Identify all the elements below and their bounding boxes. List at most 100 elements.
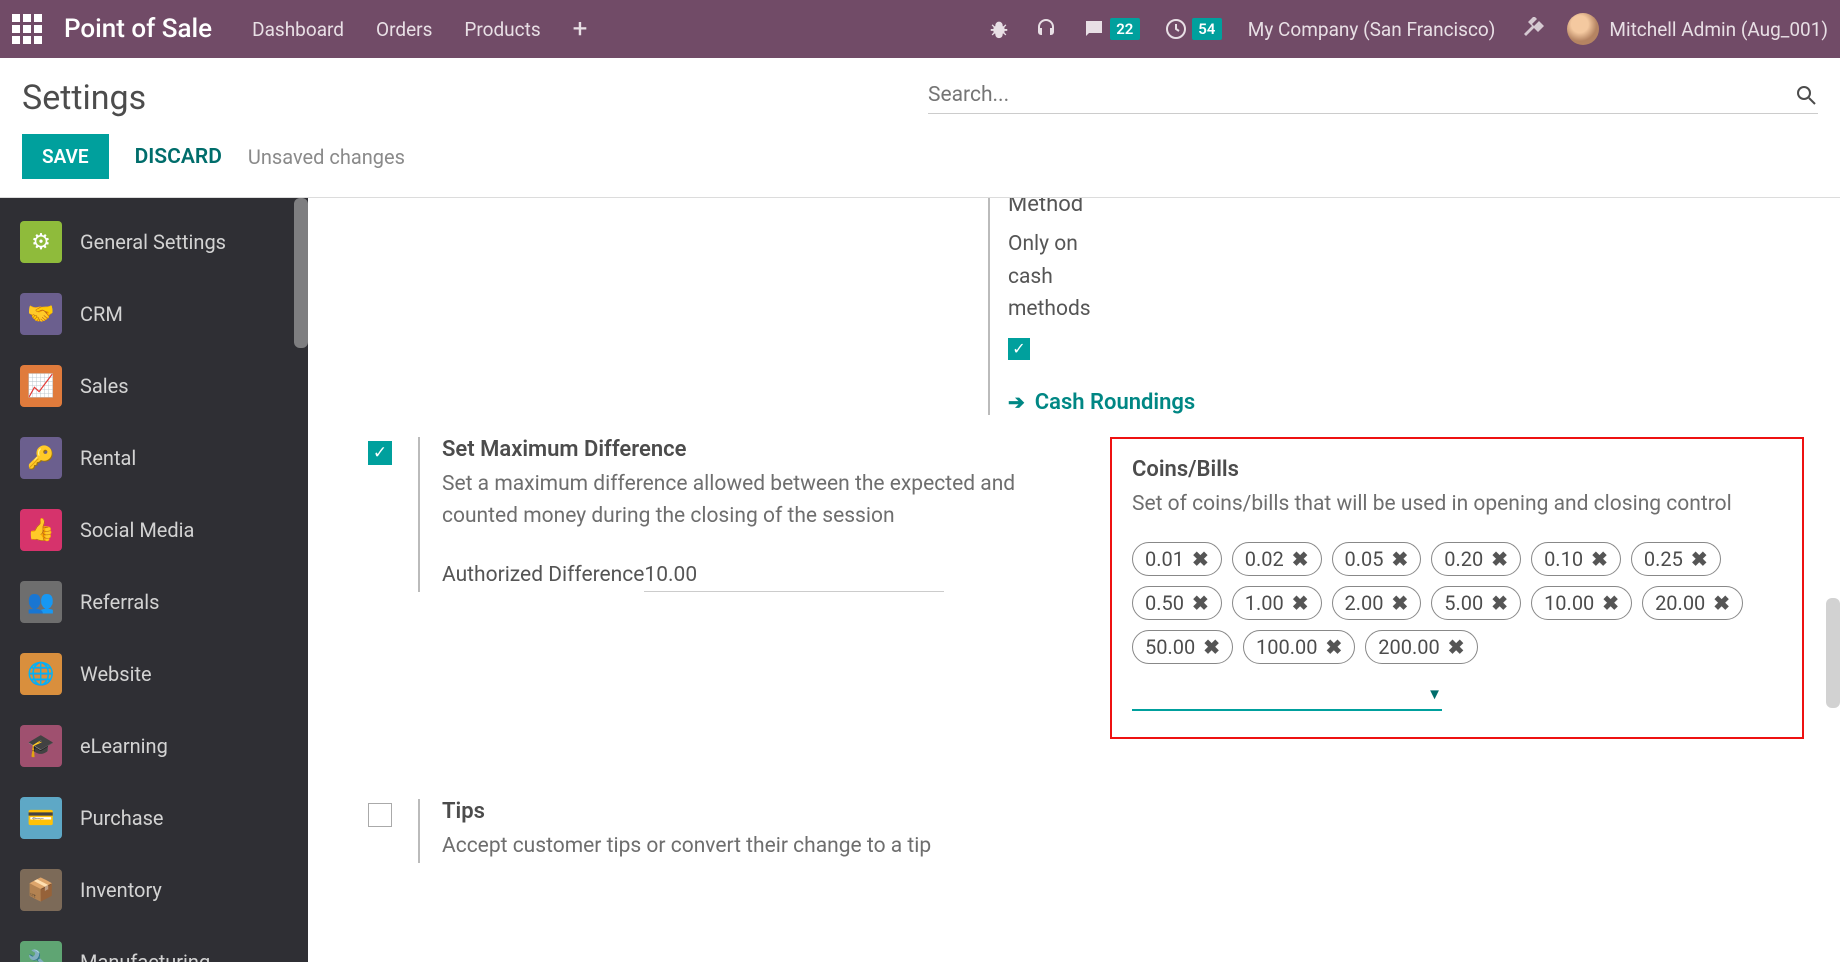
company-selector[interactable]: My Company (San Francisco) bbox=[1248, 18, 1496, 41]
coin-tag-value: 100.00 bbox=[1256, 635, 1317, 659]
sidebar-item-general[interactable]: ⚙ General Settings bbox=[0, 206, 308, 278]
page-title: Settings bbox=[22, 78, 146, 118]
tips-setting: Tips Accept customer tips or convert the… bbox=[368, 799, 1804, 863]
arrow-right-icon: ➔ bbox=[1008, 390, 1025, 414]
discard-button[interactable]: DISCARD bbox=[135, 145, 222, 169]
messages-icon[interactable]: 22 bbox=[1082, 17, 1140, 41]
coin-tag: 0.25 ✖ bbox=[1631, 542, 1721, 576]
coin-tag-value: 0.02 bbox=[1245, 547, 1284, 571]
nav-add-icon[interactable]: + bbox=[573, 14, 588, 44]
sidebar-label: Referrals bbox=[80, 590, 159, 614]
remove-tag-icon[interactable]: ✖ bbox=[1491, 547, 1508, 571]
sidebar-label: General Settings bbox=[80, 230, 226, 254]
save-button[interactable]: SAVE bbox=[22, 134, 109, 179]
key-icon: 🔑 bbox=[20, 437, 62, 479]
remove-tag-icon[interactable]: ✖ bbox=[1292, 591, 1309, 615]
support-icon[interactable] bbox=[1034, 17, 1058, 41]
only-cash-text: Only on cash methods bbox=[1008, 228, 1488, 326]
chart-icon: 📈 bbox=[20, 365, 62, 407]
remove-tag-icon[interactable]: ✖ bbox=[1491, 591, 1508, 615]
coins-bills-input[interactable] bbox=[1132, 678, 1427, 709]
coin-tag-value: 20.00 bbox=[1655, 591, 1705, 615]
sidebar-item-rental[interactable]: 🔑 Rental bbox=[0, 422, 308, 494]
sidebar-item-referrals[interactable]: 👥 Referrals bbox=[0, 566, 308, 638]
card-icon: 💳 bbox=[20, 797, 62, 839]
user-menu[interactable]: Mitchell Admin (Aug_001) bbox=[1609, 18, 1828, 41]
debug-icon[interactable] bbox=[988, 18, 1010, 40]
sidebar-label: Rental bbox=[80, 446, 136, 470]
coin-tag-value: 0.01 bbox=[1145, 547, 1184, 571]
coins-bills-title: Coins/Bills bbox=[1132, 457, 1782, 482]
tips-checkbox[interactable] bbox=[368, 803, 392, 827]
tips-title: Tips bbox=[442, 799, 931, 824]
coin-tag: 50.00 ✖ bbox=[1132, 630, 1233, 664]
sidebar-scrollbar[interactable] bbox=[294, 198, 308, 348]
nav-orders[interactable]: Orders bbox=[376, 18, 432, 41]
sidebar-label: Sales bbox=[80, 374, 129, 398]
coin-tag-value: 50.00 bbox=[1145, 635, 1195, 659]
cash-roundings-link[interactable]: ➔ Cash Roundings bbox=[1008, 390, 1488, 415]
gear-icon: ⚙ bbox=[20, 221, 62, 263]
only-cash-checkbox[interactable]: ✓ bbox=[1008, 338, 1030, 360]
tips-desc: Accept customer tips or convert their ch… bbox=[442, 830, 931, 863]
sidebar-item-manufacturing[interactable]: 🔧Manufacturing bbox=[0, 926, 308, 962]
tools-icon[interactable] bbox=[1521, 17, 1545, 41]
remove-tag-icon[interactable]: ✖ bbox=[1292, 547, 1309, 571]
coin-tag: 0.10✖ bbox=[1531, 542, 1621, 576]
sidebar-item-purchase[interactable]: 💳Purchase bbox=[0, 782, 308, 854]
remove-tag-icon[interactable]: ✖ bbox=[1448, 635, 1465, 659]
sidebar-label: Manufacturing bbox=[80, 950, 210, 962]
coin-tag-value: 10.00 bbox=[1544, 591, 1594, 615]
remove-tag-icon[interactable]: ✖ bbox=[1713, 591, 1730, 615]
remove-tag-icon[interactable]: ✖ bbox=[1602, 591, 1619, 615]
remove-tag-icon[interactable]: ✖ bbox=[1591, 547, 1608, 571]
sidebar-item-social[interactable]: 👍Social Media bbox=[0, 494, 308, 566]
coin-tag: 10.00 ✖ bbox=[1531, 586, 1632, 620]
coin-tag: 0.05✖ bbox=[1332, 542, 1422, 576]
sidebar-item-inventory[interactable]: 📦 Inventory bbox=[0, 854, 308, 926]
sidebar-item-website[interactable]: 🌐Website bbox=[0, 638, 308, 710]
max-difference-checkbox[interactable]: ✓ bbox=[368, 441, 392, 465]
nav-products[interactable]: Products bbox=[464, 18, 540, 41]
coin-tag: 0.02 ✖ bbox=[1232, 542, 1322, 576]
unsaved-indicator: Unsaved changes bbox=[248, 145, 405, 169]
coin-tag: 0.50✖ bbox=[1132, 586, 1222, 620]
people-icon: 👥 bbox=[20, 581, 62, 623]
box-icon: 📦 bbox=[20, 869, 62, 911]
coin-tag: 1.00✖ bbox=[1232, 586, 1322, 620]
nav-dashboard[interactable]: Dashboard bbox=[252, 18, 344, 41]
dropdown-icon[interactable]: ▼ bbox=[1427, 685, 1442, 703]
globe-icon: 🌐 bbox=[20, 653, 62, 695]
coin-tag: 200.00✖ bbox=[1365, 630, 1477, 664]
remove-tag-icon[interactable]: ✖ bbox=[1203, 635, 1220, 659]
remove-tag-icon[interactable]: ✖ bbox=[1691, 547, 1708, 571]
activities-icon[interactable]: 54 bbox=[1164, 17, 1222, 41]
settings-content: Method Only on cash methods ✓ ➔ Cash Rou… bbox=[308, 198, 1840, 962]
remove-tag-icon[interactable]: ✖ bbox=[1192, 591, 1209, 615]
cap-icon: 🎓 bbox=[20, 725, 62, 767]
coins-bills-desc: Set of coins/bills that will be used in … bbox=[1132, 488, 1782, 521]
coin-tag-value: 5.00 bbox=[1444, 591, 1483, 615]
sidebar-item-sales[interactable]: 📈 Sales bbox=[0, 350, 308, 422]
sidebar-item-elearning[interactable]: 🎓eLearning bbox=[0, 710, 308, 782]
remove-tag-icon[interactable]: ✖ bbox=[1392, 547, 1409, 571]
search-input[interactable] bbox=[928, 83, 1794, 107]
user-avatar[interactable] bbox=[1567, 13, 1599, 45]
search-icon[interactable] bbox=[1794, 83, 1818, 107]
coins-bills-setting: Coins/Bills Set of coins/bills that will… bbox=[1110, 437, 1804, 740]
content-scrollbar[interactable] bbox=[1826, 598, 1840, 708]
search-container bbox=[928, 83, 1818, 114]
max-difference-setting: ✓ Set Maximum Difference Set a maximum d… bbox=[368, 437, 1062, 592]
coins-bills-tags: 0.01✖0.02✖0.05✖0.20✖0.10✖0.25✖0.50✖1.00✖… bbox=[1132, 542, 1782, 664]
sidebar-label: Inventory bbox=[80, 878, 162, 902]
coin-tag-value: 0.25 bbox=[1644, 547, 1683, 571]
coin-tag: 20.00 ✖ bbox=[1642, 586, 1743, 620]
apps-menu-icon[interactable] bbox=[12, 14, 42, 44]
remove-tag-icon[interactable]: ✖ bbox=[1192, 547, 1209, 571]
sidebar-item-crm[interactable]: 🤝CRM bbox=[0, 278, 308, 350]
remove-tag-icon[interactable]: ✖ bbox=[1392, 591, 1409, 615]
authorized-diff-input[interactable]: 10.00 bbox=[644, 563, 944, 592]
coin-tag-value: 0.20 bbox=[1444, 547, 1483, 571]
coins-bills-input-wrap: ▼ bbox=[1132, 678, 1442, 711]
remove-tag-icon[interactable]: ✖ bbox=[1325, 635, 1342, 659]
